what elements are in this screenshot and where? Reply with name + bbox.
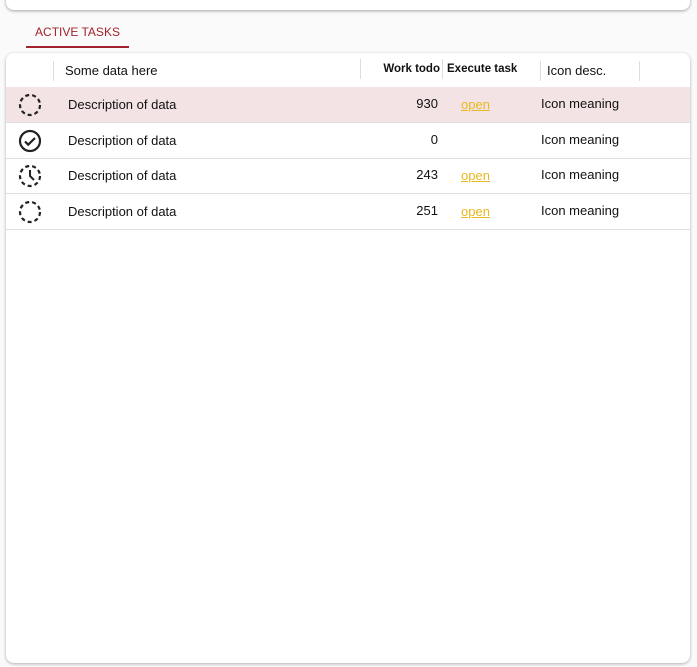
pending-dashed-circle-icon	[18, 93, 42, 117]
column-header-icon-desc[interactable]: Icon desc.	[540, 61, 640, 81]
table-header: Some data here Work todo Execute task Ic…	[6, 53, 690, 87]
check-circle-icon	[18, 129, 42, 152]
row-icon-meaning: Icon meaning	[541, 202, 620, 218]
row-description: Description of data	[68, 97, 177, 112]
tasks-table: Some data here Work todo Execute task Ic…	[6, 53, 690, 663]
column-header-work-todo[interactable]: Work todo	[360, 59, 442, 79]
top-card	[6, 0, 690, 10]
column-header-data[interactable]: Some data here	[53, 61, 359, 81]
row-work-todo: 0	[430, 131, 438, 147]
open-task-link[interactable]: open	[461, 204, 490, 219]
column-header-execute-task[interactable]: Execute task	[442, 59, 540, 79]
dashed-clock-icon	[18, 164, 42, 188]
row-description: Description of data	[68, 203, 177, 219]
row-description: Description of data	[68, 168, 177, 183]
row-icon-meaning: Icon meaning	[541, 96, 620, 111]
open-task-link[interactable]: open	[461, 168, 490, 183]
row-work-todo: 930	[416, 96, 438, 111]
table-row[interactable]: Description of data 930 open Icon meanin…	[6, 87, 690, 123]
row-work-todo: 251	[416, 202, 438, 218]
row-icon-meaning: Icon meaning	[541, 167, 620, 182]
row-work-todo: 243	[416, 167, 438, 182]
table-row[interactable]: Description of data 251 open Icon meanin…	[6, 194, 690, 230]
open-task-link[interactable]: open	[461, 97, 490, 112]
table-row[interactable]: Description of data 243 open Icon meanin…	[6, 158, 690, 194]
pending-dashed-circle-icon	[18, 200, 42, 223]
table-row[interactable]: Description of data 0 Icon meaning	[6, 123, 690, 159]
row-icon-meaning: Icon meaning	[541, 131, 620, 147]
tab-active-tasks[interactable]: ACTIVE TASKS	[26, 22, 129, 48]
row-description: Description of data	[68, 132, 177, 148]
